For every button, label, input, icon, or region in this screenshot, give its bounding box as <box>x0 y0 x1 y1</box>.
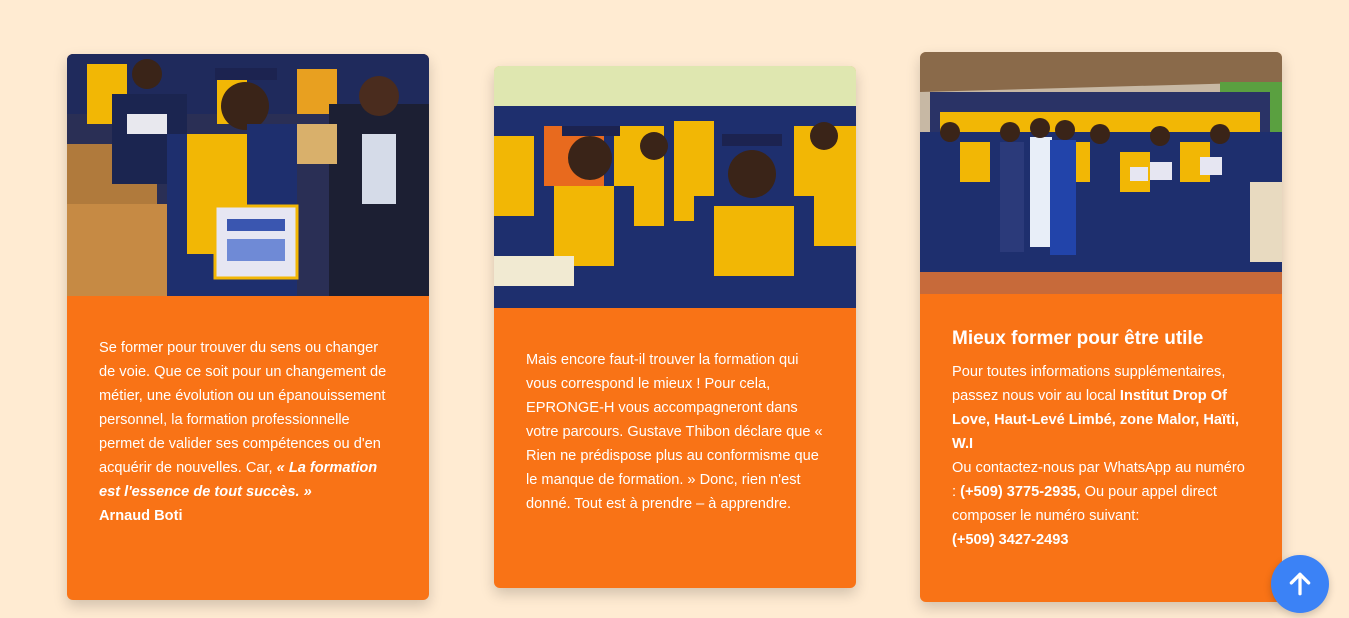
graduation-photo-2 <box>494 66 856 308</box>
arrow-up-icon <box>1289 572 1311 596</box>
graduation-photo-3 <box>920 52 1282 294</box>
info-card-2: Mais encore faut-il trouver la formation… <box>494 66 856 588</box>
card-2-text: Mais encore faut-il trouver la formation… <box>526 352 823 512</box>
info-card-1: Se former pour trouver du sens ou change… <box>67 54 429 600</box>
card-3-whatsapp-number: (+509) 3775-2935, <box>960 484 1081 500</box>
card-1-author: Arnaud Boti <box>99 508 183 524</box>
scroll-to-top-button[interactable] <box>1271 555 1329 613</box>
card-1-paragraph: Se former pour trouver du sens ou change… <box>99 340 387 476</box>
card-1-text: Se former pour trouver du sens ou change… <box>67 296 429 528</box>
info-card-3: Mieux former pour être utile Pour toutes… <box>920 52 1282 602</box>
card-3-phone-number: (+509) 3427-2493 <box>952 532 1069 548</box>
card-3-title: Mieux former pour être utile <box>952 328 1204 349</box>
graduation-photo-1 <box>67 54 429 296</box>
card-3-text: Mieux former pour être utile Pour toutes… <box>920 294 1282 552</box>
